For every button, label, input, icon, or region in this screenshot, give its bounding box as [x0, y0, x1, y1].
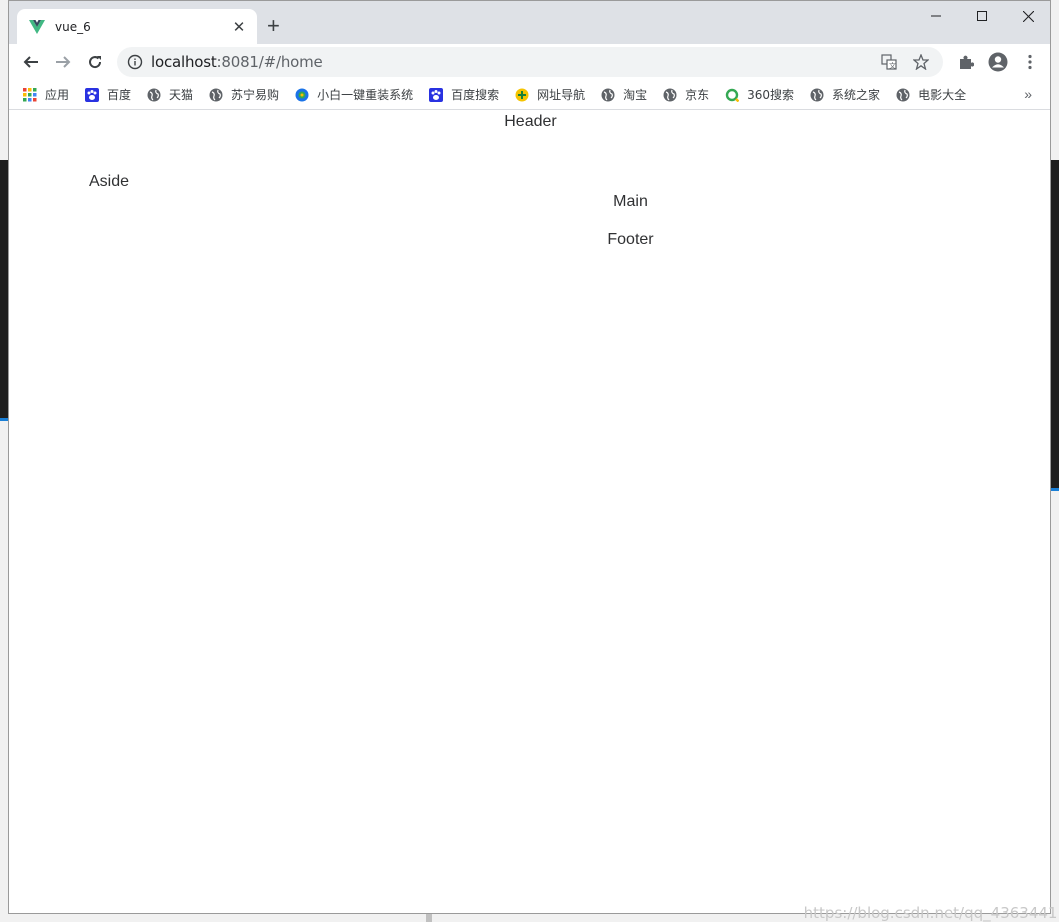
background-window-edge [0, 160, 8, 418]
baidu-paw-icon [429, 87, 444, 102]
bookmark-label: 天猫 [169, 88, 194, 102]
bookmark-item[interactable]: 淘宝 [601, 86, 647, 103]
bookmark-label: 系统之家 [832, 88, 881, 102]
bookmark-label: 小白一键重装系统 [317, 88, 414, 102]
bookmark-item[interactable]: 苏宁易购 [209, 86, 279, 103]
tab-close-icon[interactable]: ✕ [231, 18, 247, 36]
reload-icon[interactable] [83, 50, 107, 74]
globe-icon [810, 88, 824, 102]
back-arrow-icon[interactable] [19, 50, 43, 74]
bookmark-label: 百度 [107, 88, 132, 102]
url-path: :8081/#/home [216, 53, 323, 71]
xiaobai-icon [295, 88, 309, 102]
bookmark-item[interactable]: 百度 [85, 86, 131, 103]
background-window-edge [1050, 160, 1059, 490]
globe-icon [896, 88, 910, 102]
bookmark-item[interactable]: 应用 [23, 86, 69, 103]
profile-avatar-icon[interactable] [986, 50, 1010, 74]
bookmark-label: 应用 [45, 88, 70, 102]
globe-icon [601, 88, 615, 102]
bookmark-label: 百度搜索 [451, 88, 500, 102]
globe-icon [209, 88, 223, 102]
info-icon[interactable] [127, 54, 143, 70]
tab-title: vue_6 [55, 19, 91, 34]
el-aside: Aside [89, 173, 130, 190]
csdn-watermark: https://blog.csdn.net/qq_43634411 [803, 904, 1059, 922]
el-header: Header [504, 113, 557, 130]
bookmark-star-icon[interactable] [911, 52, 931, 72]
bookmark-label: 淘宝 [623, 88, 648, 102]
bookmark-item[interactable]: 360搜索 [725, 86, 794, 103]
plus-circle-icon [515, 88, 529, 102]
close-window-icon[interactable] [1005, 1, 1050, 31]
bookmarks-overflow-chevron-icon[interactable]: » [1024, 86, 1032, 102]
minimize-icon[interactable] [913, 1, 959, 31]
360-search-icon [725, 88, 740, 102]
url-text: localhost:8081/#/home [151, 53, 879, 71]
bookmark-item[interactable]: 网址导航 [515, 86, 585, 103]
bookmark-item[interactable]: 系统之家 [810, 86, 880, 103]
maximize-icon[interactable] [959, 1, 1005, 31]
bookmark-label: 360搜索 [747, 88, 795, 102]
browser-toolbar: localhost:8081/#/home 文 [9, 44, 1050, 80]
background-window-edge [1050, 488, 1059, 491]
bookmark-item[interactable]: 小白一键重装系统 [295, 86, 413, 103]
bookmark-item[interactable]: 京东 [663, 86, 709, 103]
browser-window: vue_6 ✕ + localhost:8081/#/home 文 应用 百度 … [8, 0, 1051, 914]
svg-text:文: 文 [889, 61, 896, 70]
vue-logo-icon [29, 19, 45, 34]
el-footer: Footer [607, 231, 654, 248]
background-window-edge [0, 418, 8, 421]
bookmark-label: 京东 [685, 88, 710, 102]
bookmark-item[interactable]: 天猫 [147, 86, 193, 103]
background-scroll-grip [426, 914, 432, 922]
bookmark-label: 苏宁易购 [231, 88, 280, 102]
globe-icon [663, 88, 677, 102]
menu-kebab-icon[interactable] [1018, 50, 1042, 74]
el-main: Main [613, 193, 648, 210]
new-tab-plus-icon[interactable]: + [267, 15, 280, 37]
bookmark-item[interactable]: 电影大全 [896, 86, 966, 103]
bookmark-label: 电影大全 [918, 88, 967, 102]
translate-icon[interactable]: 文 [879, 52, 899, 72]
bookmarks-bar: 应用 百度 天猫 苏宁易购 小白一键重装系统 百度搜索 网址导航 淘宝 京东 360搜索 系统之家 电… [9, 80, 1050, 110]
address-bar[interactable]: localhost:8081/#/home 文 [117, 47, 943, 77]
url-host: localhost [151, 53, 217, 71]
extensions-puzzle-icon[interactable] [954, 50, 978, 74]
page-content: Header Aside Main Footer [9, 111, 1050, 913]
globe-icon [147, 88, 161, 102]
tab-strip: vue_6 ✕ + [9, 1, 1050, 44]
bookmark-label: 网址导航 [537, 88, 586, 102]
apps-grid-icon [23, 87, 37, 102]
forward-arrow-icon[interactable] [51, 50, 75, 74]
bookmark-item[interactable]: 百度搜索 [429, 86, 499, 103]
browser-tab[interactable]: vue_6 ✕ [17, 9, 257, 44]
baidu-paw-icon [85, 87, 100, 102]
